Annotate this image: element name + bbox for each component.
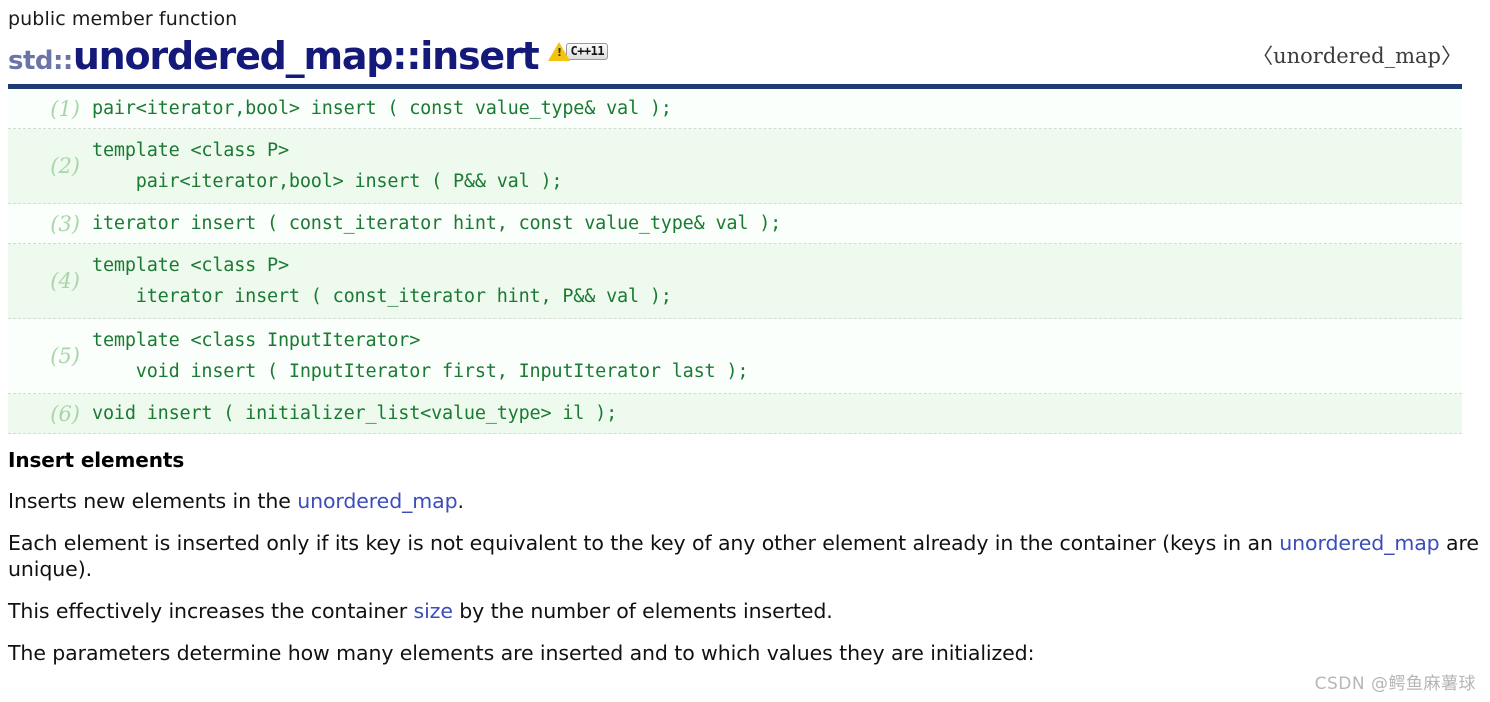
signature-row-2: (2) template <class P> pair<iterator,boo… xyxy=(8,129,1462,204)
description-paragraph-3: This effectively increases the container… xyxy=(8,598,1482,624)
signature-row-3: (3) iterator insert ( const_iterator hin… xyxy=(8,204,1462,244)
paragraph-text: Each element is inserted only if its key… xyxy=(8,531,1280,555)
link-size[interactable]: size xyxy=(413,599,452,623)
signature-number: (4) xyxy=(50,269,80,293)
signature-row-6: (6) void insert ( initializer_list<value… xyxy=(8,394,1462,434)
watermark: CSDN @鳄鱼麻薯球 xyxy=(1314,674,1476,694)
function-name: unordered_map::insert xyxy=(72,34,540,78)
signature-code: template <class P> pair<iterator,bool> i… xyxy=(92,140,563,192)
link-unordered-map[interactable]: unordered_map xyxy=(297,489,457,513)
paragraph-text: by the number of elements inserted. xyxy=(452,599,833,623)
link-unordered-map[interactable]: unordered_map xyxy=(1279,531,1439,555)
signature-number: (6) xyxy=(50,401,80,426)
signature-row-5: (5) template <class InputIterator> void … xyxy=(8,319,1462,394)
description-section: Insert elements Inserts new elements in … xyxy=(0,434,1490,666)
signature-number: (2) xyxy=(50,154,80,178)
section-heading: Insert elements xyxy=(8,448,185,472)
signature-code: template <class InputIterator> void inse… xyxy=(92,330,749,382)
signature-number: (5) xyxy=(50,344,80,368)
signature-code: template <class P> iterator insert ( con… xyxy=(92,255,672,307)
signature-code: void insert ( initializer_list<value_typ… xyxy=(92,403,618,424)
include-header-label: 〈unordered_map〉 xyxy=(1252,44,1462,68)
signature-number: (3) xyxy=(50,211,80,236)
warning-triangle-icon xyxy=(548,42,571,61)
signature-number: (1) xyxy=(50,96,80,121)
cpp11-badge: C++11 xyxy=(548,42,609,61)
paragraph-text: Inserts new elements in the xyxy=(8,489,298,513)
description-paragraph-4: The parameters determine how many elemen… xyxy=(8,641,1035,665)
signature-code: iterator insert ( const_iterator hint, c… xyxy=(92,213,782,234)
signature-row-4: (4) template <class P> iterator insert (… xyxy=(8,244,1462,319)
description-paragraph-1: Inserts new elements in the unordered_ma… xyxy=(8,488,1482,514)
page-header: public member function std:: unordered_ma… xyxy=(0,0,1490,78)
title-row: std::unordered_map::insert C++11 〈unorde… xyxy=(8,34,1482,78)
paragraph-text: . xyxy=(457,489,465,513)
function-kind-label: public member function xyxy=(8,8,238,30)
signature-table: (1) pair<iterator,bool> insert ( const v… xyxy=(8,84,1462,434)
signature-code: pair<iterator,bool> insert ( const value… xyxy=(92,98,672,119)
description-paragraph-2: Each element is inserted only if its key… xyxy=(8,530,1482,582)
page-title: std::unordered_map::insert C++11 xyxy=(8,34,609,78)
namespace-prefix: std:: xyxy=(8,46,73,76)
paragraph-text: This effectively increases the container xyxy=(8,599,414,623)
cpp-standard-label: C++11 xyxy=(566,43,609,60)
signature-row-1: (1) pair<iterator,bool> insert ( const v… xyxy=(8,89,1462,129)
